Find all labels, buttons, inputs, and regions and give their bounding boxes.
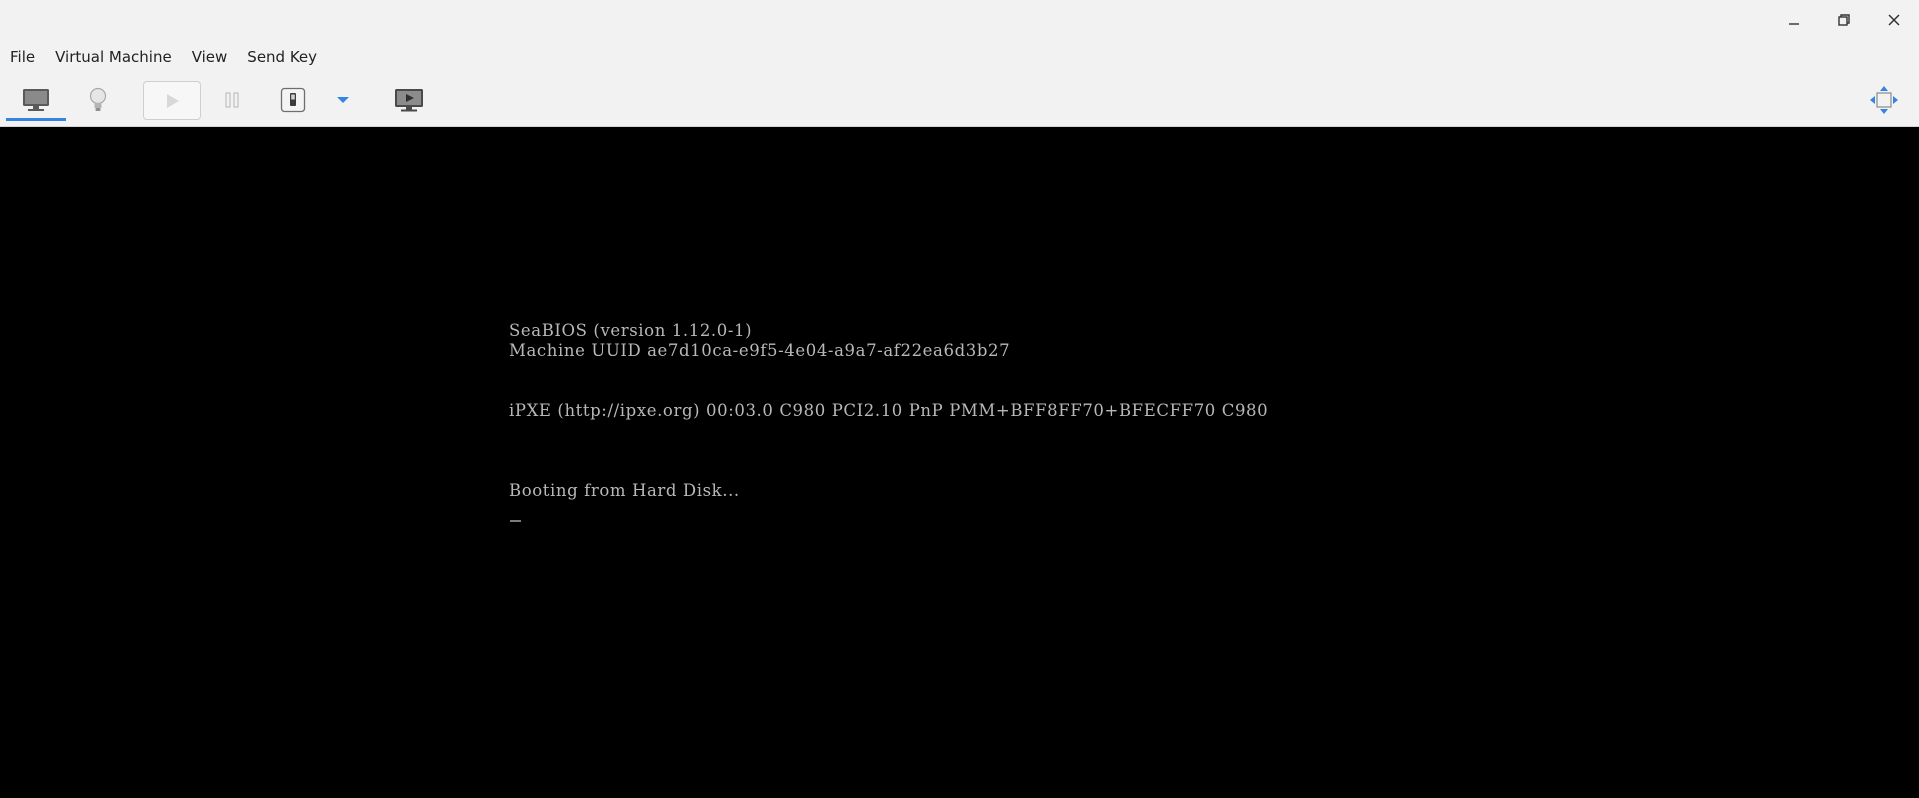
menu-virtual-machine[interactable]: Virtual Machine — [45, 40, 182, 74]
minimize-button[interactable] — [1769, 0, 1819, 40]
menu-bar: File Virtual Machine View Send Key — [0, 40, 1919, 74]
pause-button[interactable] — [212, 79, 252, 121]
menu-view[interactable]: View — [182, 40, 238, 74]
lightbulb-icon — [89, 87, 107, 111]
text-cursor — [510, 520, 521, 522]
play-icon — [167, 93, 179, 108]
shutdown-menu-dropdown[interactable] — [328, 79, 358, 121]
fullscreen-button[interactable] — [1860, 79, 1908, 121]
vm-viewer-window: File Virtual Machine View Send Key SeaBI… — [0, 0, 1919, 798]
minimize-icon — [1789, 23, 1799, 25]
guest-console[interactable]: SeaBIOS (version 1.12.0-1) Machine UUID … — [0, 127, 1919, 798]
console-line-booting: Booting from Hard Disk... — [509, 481, 740, 500]
run-button[interactable] — [143, 81, 201, 120]
menu-send-key[interactable]: Send Key — [237, 40, 327, 74]
menu-file[interactable]: File — [0, 40, 45, 74]
title-bar[interactable] — [0, 0, 1919, 40]
close-icon — [1888, 14, 1900, 26]
chevron-down-icon — [337, 97, 349, 103]
console-line-ipxe: iPXE (http://ipxe.org) 00:03.0 C980 PCI2… — [509, 401, 1269, 420]
console-view-button[interactable] — [6, 79, 66, 121]
restore-button[interactable] — [1819, 0, 1869, 40]
monitor-icon — [23, 89, 49, 111]
window-controls — [1769, 0, 1919, 40]
fullscreen-icon — [1870, 86, 1898, 114]
close-button[interactable] — [1869, 0, 1919, 40]
console-line-uuid: Machine UUID ae7d10ca-e9f5-4e04-a9a7-af2… — [509, 341, 1011, 360]
restore-icon — [1838, 14, 1850, 26]
details-view-button[interactable] — [76, 79, 120, 121]
toolbar — [0, 74, 1919, 127]
screenshot-icon — [395, 89, 423, 112]
power-icon — [280, 87, 306, 113]
pause-icon — [225, 92, 239, 108]
console-line-seabios: SeaBIOS (version 1.12.0-1) — [509, 321, 753, 340]
shutdown-button[interactable] — [272, 79, 314, 121]
display-button[interactable] — [386, 79, 432, 121]
